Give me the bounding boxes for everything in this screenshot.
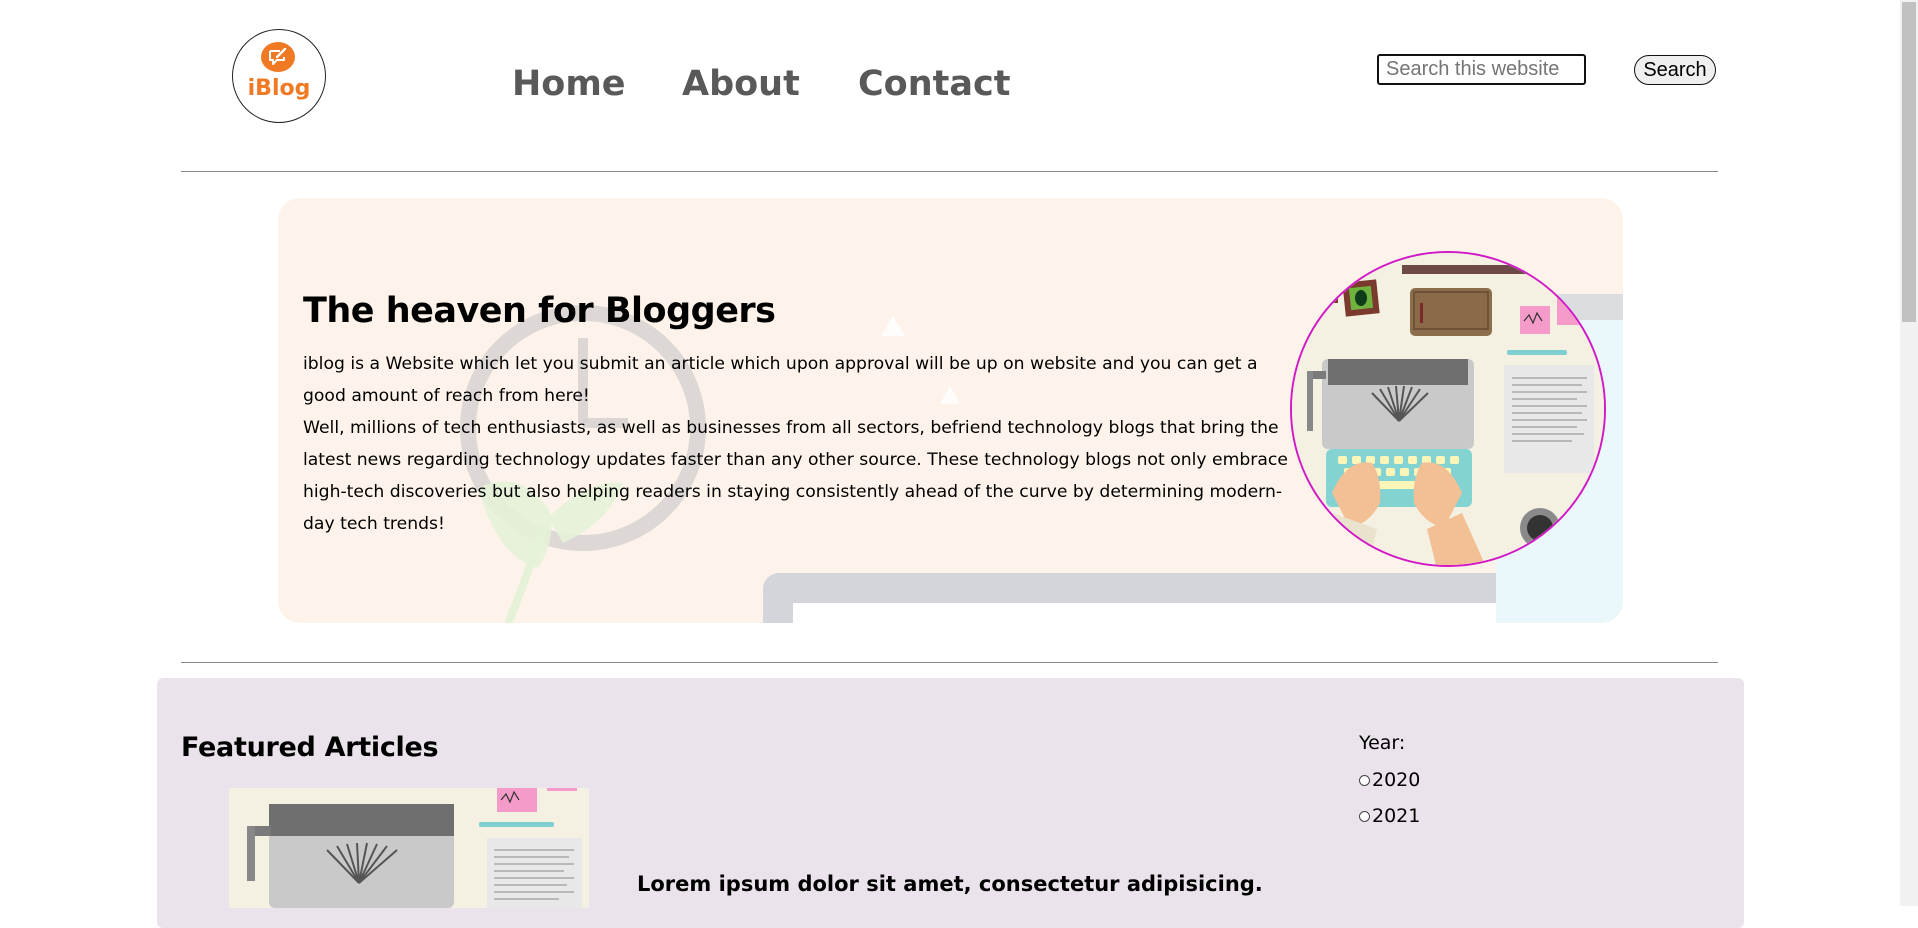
year-filter-label: Year: bbox=[1359, 732, 1406, 754]
nav-home-link[interactable]: Home bbox=[512, 64, 626, 104]
featured-articles-section: Featured Articles Lorem ipsum dolor sit … bbox=[157, 678, 1744, 928]
year-option-2020[interactable]: 2020 bbox=[1359, 769, 1420, 791]
nav-contact-link[interactable]: Contact bbox=[858, 64, 1010, 104]
typewriter-illustration bbox=[1290, 251, 1606, 567]
radio-icon[interactable] bbox=[1359, 810, 1370, 822]
year-option-label: 2020 bbox=[1372, 769, 1421, 791]
search-button[interactable]: Search bbox=[1634, 55, 1716, 85]
scrollbar-thumb[interactable] bbox=[1902, 2, 1916, 322]
search-input[interactable] bbox=[1377, 54, 1586, 85]
edit-chat-icon bbox=[261, 42, 295, 72]
article-title[interactable]: Lorem ipsum dolor sit amet, consectetur … bbox=[637, 872, 1263, 896]
radio-icon[interactable] bbox=[1359, 774, 1370, 786]
page: iBlog Home About Contact Search The heav… bbox=[0, 0, 1900, 928]
year-option-label: 2021 bbox=[1372, 805, 1421, 827]
logo-text: iBlog bbox=[247, 76, 311, 101]
hero-section: The heaven for Bloggers iblog is a Websi… bbox=[278, 198, 1623, 623]
featured-title: Featured Articles bbox=[181, 732, 439, 763]
hero-paragraph: iblog is a Website which let you submit … bbox=[303, 354, 1258, 406]
hero-title: The heaven for Bloggers bbox=[303, 291, 776, 331]
nav-about-link[interactable]: About bbox=[682, 64, 800, 104]
divider bbox=[181, 662, 1718, 663]
vertical-scrollbar[interactable] bbox=[1900, 0, 1918, 906]
logo[interactable]: iBlog bbox=[232, 29, 326, 123]
article-thumbnail[interactable] bbox=[229, 788, 589, 908]
hero-paragraph-2: Well, millions of tech enthusiasts, as w… bbox=[303, 418, 1288, 534]
divider bbox=[181, 171, 1718, 172]
hero-description: iblog is a Website which let you submit … bbox=[303, 348, 1303, 540]
year-option-2021[interactable]: 2021 bbox=[1359, 805, 1420, 827]
